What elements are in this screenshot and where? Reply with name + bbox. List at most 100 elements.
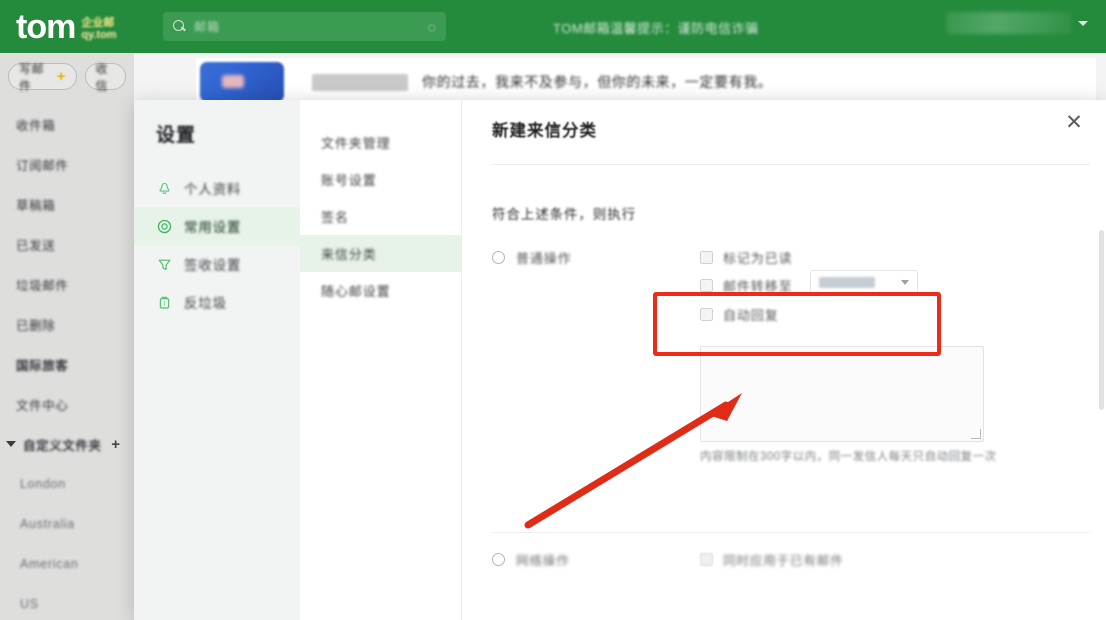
search-input[interactable]: 邮箱 ◌ [163,12,446,41]
subfolder-label: US [20,597,39,611]
subnav-casual-mail-settings[interactable]: 随心邮设置 [300,272,461,309]
settings-nav-receipt[interactable]: 签收设置 [134,245,300,283]
brand-logo[interactable]: tom 企业邮 qy.tom [16,10,117,44]
chevron-down-icon [1078,20,1088,26]
sidebar-subfolder-american[interactable]: American [0,544,134,584]
settings-nav-antispam[interactable]: 反垃圾 [134,283,300,321]
checkbox-icon [700,553,713,566]
auto-reply-textarea[interactable] [700,346,984,442]
subfolder-label: American [20,557,79,571]
radio-circle-icon [492,553,505,566]
settings-nav-receipt-label: 签收设置 [184,258,242,273]
clear-icon[interactable]: ◌ [425,18,438,36]
sidebar-custom-folders-header[interactable]: 自定义文件夹 + [0,424,134,464]
panel-header: 新建来信分类 [462,100,1106,158]
folder-select-value [819,276,875,288]
plus-icon: + [56,68,66,85]
folder-label: 文件中心 [16,398,69,413]
sidebar-item-sent[interactable]: 已发送 [0,224,134,264]
subfolder-label: Australia [20,517,75,531]
mail-promo-banner: 你的过去，我来不及参与，但你的未来，一定要有我。 [196,58,1096,106]
chevron-down-icon [901,279,909,285]
folder-label: 订阅邮件 [16,158,69,173]
settings-nav-column: 设置 个人资料 常用设置 签收设置 反垃圾 [134,100,300,620]
banner-image [200,62,284,102]
checkbox-move-to-folder-label: 邮件转移至 [723,279,793,294]
checkbox-auto-reply-label: 自动回复 [723,308,779,323]
checkbox-move-to-folder[interactable]: 邮件转移至 [700,276,793,295]
sidebar-item-drafts[interactable]: 草稿箱 [0,184,134,224]
checkbox-mark-as-read-label: 标记为已读 [723,251,793,266]
settings-dialog: 设置 个人资料 常用设置 签收设置 反垃圾 文件夹管理 账号设置 签名 来信分类… [134,100,1106,620]
custom-folders-label: 自定义文件夹 [23,438,102,453]
radio-normal-action-label: 普通操作 [516,251,572,266]
radio-network-action-label: 网络操作 [516,554,570,568]
banner-text: 你的过去，我来不及参与，但你的未来，一定要有我。 [422,74,773,90]
logo-sub-line1: 企业邮 [81,16,115,29]
folder-label: 国际旅客 [16,358,69,373]
account-menu[interactable] [946,8,1096,38]
panel-title: 新建来信分类 [492,122,597,140]
logo-subtext: 企业邮 qy.tom [81,17,116,41]
search-icon [173,19,187,34]
subnav-label: 随心邮设置 [321,284,391,299]
section-label-execute: 符合上述条件，则执行 [492,207,636,222]
settings-nav-profile-label: 个人资料 [184,182,242,197]
person-icon [156,180,173,197]
sidebar-item-inbox[interactable]: 收件箱 [0,104,134,144]
checkbox-auto-reply[interactable]: 自动回复 [700,305,779,324]
radio-network-action[interactable]: 网络操作 [492,550,570,569]
subfolder-label: London [20,477,66,491]
top-header-bar: tom 企业邮 qy.tom 邮箱 ◌ TOM邮箱温馨提示：谨防电信诈骗 [0,0,1106,53]
subnav-account-settings[interactable]: 账号设置 [300,161,461,198]
checkbox-apply-existing-mail-label: 同时应用于已有邮件 [723,554,844,568]
sidebar-subfolder-london[interactable]: London [0,464,134,504]
subnav-folder-management[interactable]: 文件夹管理 [300,124,461,161]
folder-label: 垃圾邮件 [16,278,69,293]
subnav-mail-classification[interactable]: 来信分类 [300,235,461,272]
funnel-icon [156,256,173,273]
settings-nav-general-label: 常用设置 [184,220,242,235]
sidebar-action-buttons: 写邮件 + 收信 [0,53,134,96]
sidebar-item-spam[interactable]: 垃圾邮件 [0,264,134,304]
checkbox-mark-as-read[interactable]: 标记为已读 [700,248,793,267]
folder-label: 已发送 [16,238,56,253]
checkbox-icon [700,251,713,264]
checkbox-icon [700,308,713,321]
panel-divider-bottom [492,532,1090,533]
logo-sub-line2: qy.tom [81,28,117,41]
folder-label: 收件箱 [16,118,56,133]
compose-mail-button[interactable]: 写邮件 + [8,62,77,93]
checkbox-apply-existing-mail[interactable]: 同时应用于已有邮件 [700,550,844,569]
caret-down-icon [6,441,16,447]
add-folder-icon[interactable]: + [111,436,120,453]
sidebar-subfolder-us[interactable]: US [0,584,134,620]
settings-nav-general[interactable]: 常用设置 [134,207,300,245]
panel-scrollbar[interactable] [1099,230,1104,410]
settings-panel: 新建来信分类 ✕ 符合上述条件，则执行 普通操作 标记为已读 邮件转移至 自动回… [462,100,1106,620]
sidebar-item-subscription[interactable]: 订阅邮件 [0,144,134,184]
settings-nav-antispam-label: 反垃圾 [184,296,227,311]
compose-mail-label: 写邮件 [19,61,45,93]
auto-reply-hint: 内容限制在300字以内，同一发信人每天只自动回复一次 [700,451,997,463]
folder-label: 草稿箱 [16,198,56,213]
sidebar-item-deleted[interactable]: 已删除 [0,304,134,344]
folder-label: 已删除 [16,318,56,333]
subnav-signature[interactable]: 签名 [300,198,461,235]
settings-title: 设置 [156,125,197,146]
account-name-redacted [946,12,1072,34]
radio-normal-action[interactable]: 普通操作 [492,248,572,267]
settings-nav-profile[interactable]: 个人资料 [134,169,300,207]
folder-select-dropdown[interactable] [810,270,918,294]
receive-mail-button[interactable]: 收信 [84,62,126,93]
sidebar-subfolder-australia[interactable]: Australia [0,504,134,544]
settings-subnav-column: 文件夹管理 账号设置 签名 来信分类 随心邮设置 [300,100,462,620]
panel-divider [492,164,1090,165]
close-icon[interactable]: ✕ [1063,112,1085,134]
logo-text: tom [16,7,76,46]
sidebar-item-international[interactable]: 国际旅客 [0,344,134,384]
sidebar-item-file-center[interactable]: 文件中心 [0,384,134,424]
radio-circle-icon [492,251,505,264]
gear-icon [156,218,173,235]
app-root: tom 企业邮 qy.tom 邮箱 ◌ TOM邮箱温馨提示：谨防电信诈骗 你的过… [0,0,1106,620]
